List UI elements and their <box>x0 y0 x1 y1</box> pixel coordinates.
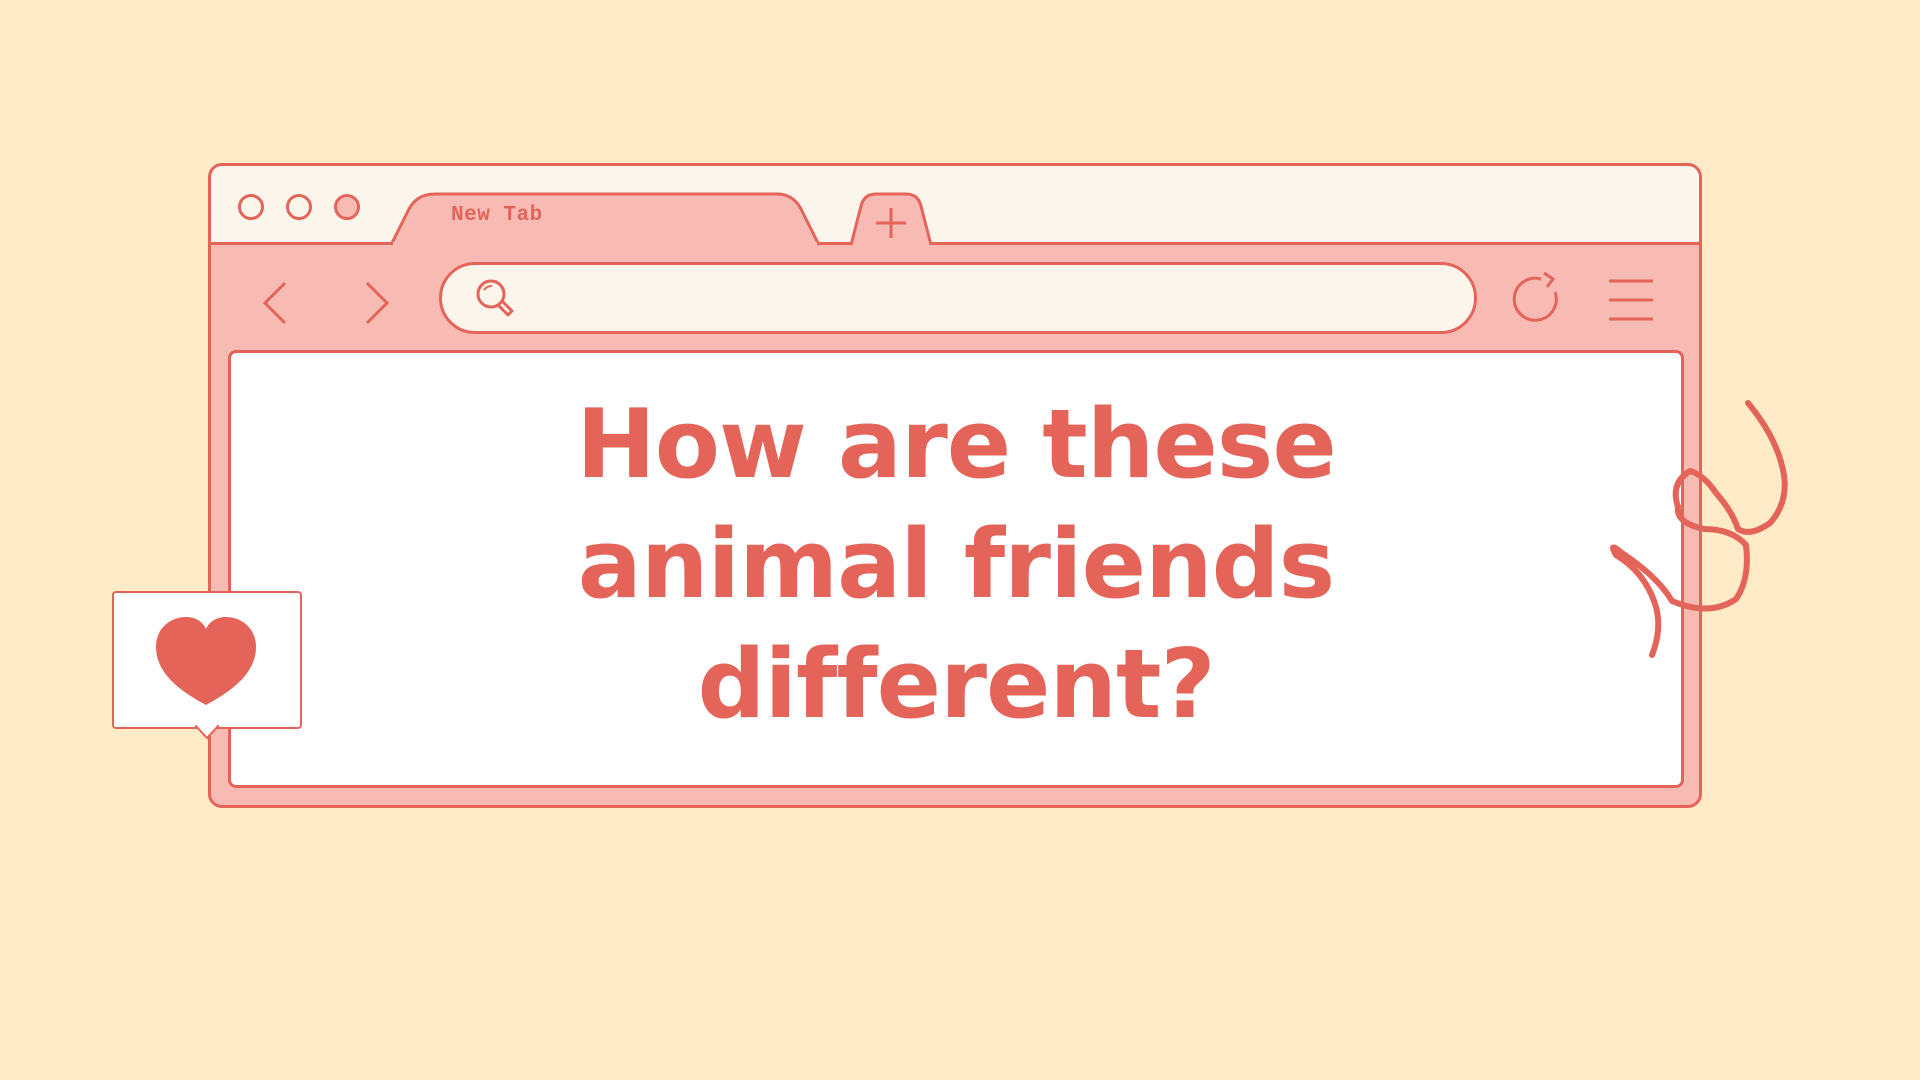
chevron-left-icon <box>262 281 287 325</box>
chevron-right-icon <box>365 281 390 325</box>
tab-label: New Tab <box>451 204 543 227</box>
address-input[interactable] <box>522 275 1446 323</box>
page-content: How are these animal friends different? <box>228 350 1684 788</box>
tab-strip: New Tab <box>211 166 1699 248</box>
window-minimize-dot[interactable] <box>286 194 312 220</box>
headline: How are these animal friends different? <box>231 385 1681 745</box>
search-icon <box>476 279 514 317</box>
forward-button[interactable] <box>361 280 391 326</box>
back-button[interactable] <box>261 280 291 326</box>
like-bubble <box>112 591 302 729</box>
reload-button[interactable] <box>1511 272 1567 328</box>
new-tab-button[interactable] <box>831 186 951 248</box>
headline-line: different? <box>697 630 1215 740</box>
slide: New Tab How are these animal friends dif… <box>0 0 1920 1080</box>
heart-icon <box>156 617 256 705</box>
reload-icon <box>1512 272 1558 322</box>
address-bar[interactable] <box>439 262 1477 334</box>
window-maximize-dot[interactable] <box>334 194 360 220</box>
window-close-dot[interactable] <box>238 194 264 220</box>
hamburger-menu-icon <box>1609 279 1653 321</box>
menu-button[interactable] <box>1609 278 1655 322</box>
doodle-squiggle <box>1610 400 1788 658</box>
headline-line: animal friends <box>577 510 1335 620</box>
headline-line: How are these <box>576 390 1337 500</box>
browser-window: New Tab How are these animal friends dif… <box>208 163 1702 808</box>
like-bubble-pointer <box>195 725 219 740</box>
